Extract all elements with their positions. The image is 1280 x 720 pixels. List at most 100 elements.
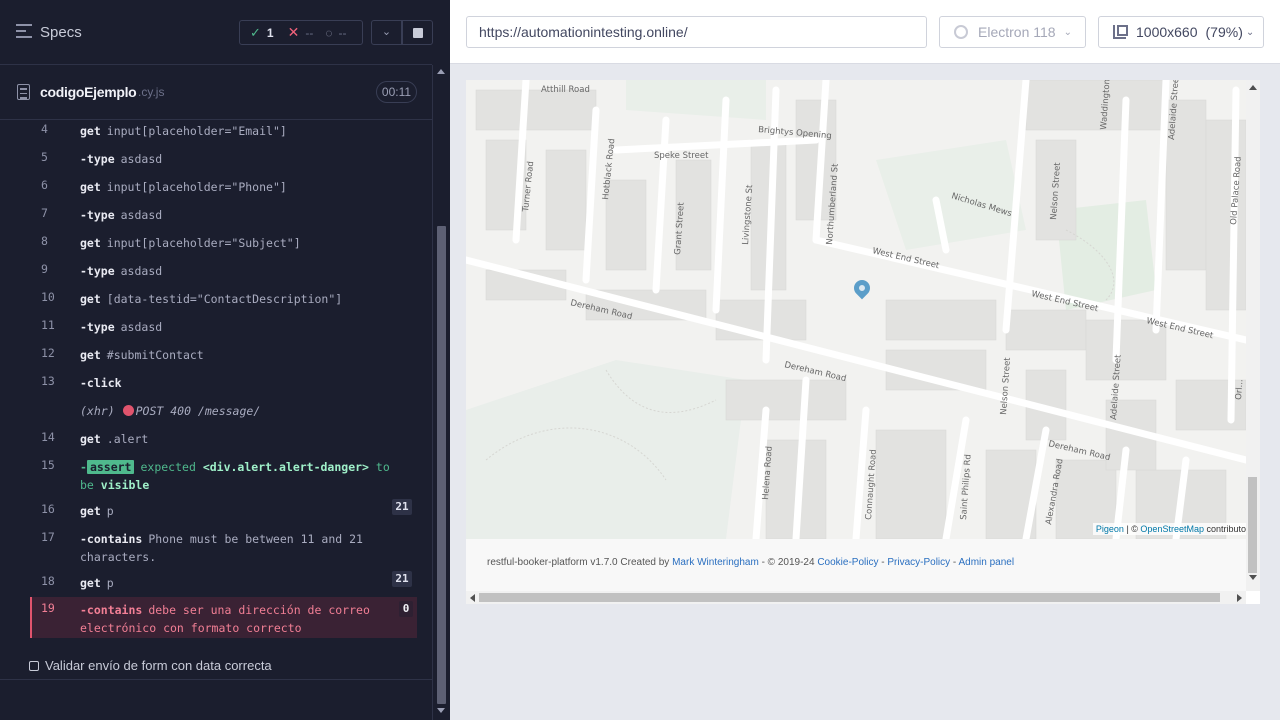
command-message: p (106, 504, 114, 518)
viewport-button[interactable]: 1000x660 (79%) ⌄ (1098, 16, 1264, 48)
command-number: 19 (41, 601, 55, 615)
command-number: 15 (41, 458, 55, 472)
command-message: asdasd (120, 320, 163, 334)
command-row[interactable]: 10 get [data-testid="ContactDescription"] (30, 290, 417, 308)
duration-badge: 00:11 (376, 81, 417, 103)
command-row[interactable]: 9 -type asdasd (30, 262, 417, 280)
command-message: asdasd (120, 208, 163, 222)
command-name: -click (80, 376, 122, 390)
svg-text:Speke Street: Speke Street (654, 151, 709, 161)
command-number: 17 (41, 530, 55, 544)
command-name: get (80, 348, 101, 362)
svg-text:Orl...: Orl... (1234, 379, 1245, 400)
command-number: 10 (41, 290, 55, 304)
command-row[interactable]: 8 get input[placeholder="Subject"] (30, 234, 417, 252)
scroll-down-arrow-icon[interactable] (1249, 575, 1257, 580)
pigeon-link[interactable]: Pigeon (1096, 524, 1124, 534)
x-icon: ✕ (287, 24, 300, 40)
command-message: p (106, 576, 114, 590)
command-name: get (80, 504, 101, 518)
command-row[interactable]: 18 get p 21 (30, 571, 417, 592)
command-number: 7 (41, 206, 48, 220)
aut-vertical-scrollbar[interactable] (1246, 80, 1260, 591)
electron-icon (954, 25, 968, 39)
admin-panel-link[interactable]: Admin panel (958, 557, 1014, 568)
scrollbar-thumb[interactable] (437, 226, 446, 704)
xhr-row[interactable]: (xhr) POST 400 /message/ (30, 402, 417, 420)
assert-row[interactable]: 15 - assert expected <div.alert.alert-dang… (30, 458, 417, 494)
xhr-message: POST 400 /message/ (135, 404, 261, 418)
command-number: 13 (41, 374, 55, 388)
chevron-down-icon[interactable]: ⌄ (371, 20, 402, 45)
command-message: .alert (106, 432, 149, 446)
viewport-zoom: (79%) (1205, 24, 1243, 40)
command-row[interactable]: 16 get p 21 (30, 499, 417, 520)
page-footer: restful-booker-platform v1.7.0 Created b… (466, 539, 1246, 591)
command-row[interactable]: 17 -contains Phone must be between 11 and… (30, 530, 417, 566)
privacy-policy-link[interactable]: Privacy-Policy (887, 557, 950, 568)
command-message: asdasd (120, 264, 163, 278)
aut-header: Electron 118 ⌄ 1000x660 (79%) ⌄ (450, 0, 1280, 64)
next-test-title: Validar envío de form con data correcta (45, 658, 272, 673)
stop-button[interactable] (402, 20, 433, 45)
spec-file-header: codigoEjemplo .cy.js 00:11 (0, 66, 432, 120)
scroll-down-arrow-icon[interactable] (437, 708, 445, 713)
test-stats: ✓ 1 ✕ -- ◌ -- (239, 20, 363, 45)
check-icon: ✓ (250, 24, 261, 40)
svg-text:Atthill Road: Atthill Road (541, 85, 590, 95)
command-row[interactable]: 4 get input[placeholder="Email"] (30, 122, 417, 140)
scrollbar-thumb[interactable] (479, 593, 1220, 602)
scrollbar-thumb[interactable] (1248, 477, 1257, 573)
request-failed-dot-icon (122, 405, 134, 416)
failed-command-row[interactable]: 19 -contains debe ser una dirección de co… (30, 597, 417, 638)
command-row[interactable]: 11 -type asdasd (30, 318, 417, 336)
footer-text: restful-booker-platform v1.7.0 Created b… (487, 557, 1015, 568)
command-row[interactable]: 13 -click (30, 374, 417, 392)
command-row[interactable]: 5 -type asdasd (30, 150, 417, 168)
command-number: 18 (41, 574, 55, 588)
chevron-down-icon: ⌄ (1063, 26, 1072, 38)
command-log: 4 get input[placeholder="Email"] 5 -type a… (0, 120, 432, 640)
command-message: input[placeholder="Subject"] (106, 236, 301, 250)
command-message: #submitContact (106, 348, 204, 362)
command-name: get (80, 236, 101, 250)
resize-icon (1113, 25, 1128, 39)
command-row[interactable]: 7 -type asdasd (30, 206, 417, 224)
command-name: get (80, 576, 101, 590)
app-under-test-panel: Electron 118 ⌄ 1000x660 (79%) ⌄ (450, 0, 1280, 720)
command-row[interactable]: 6 get input[placeholder="Phone"] (30, 178, 417, 196)
map-widget[interactable]: Atthill Road Brightys Opening Speke Stre… (466, 80, 1246, 539)
url-input[interactable] (466, 16, 927, 48)
command-number: 4 (41, 122, 48, 136)
specs-list-toggle-icon[interactable] (16, 24, 32, 42)
xhr-label: (xhr) (80, 404, 115, 418)
cookie-policy-link[interactable]: Cookie-Policy (817, 557, 878, 568)
document-icon (17, 84, 30, 100)
browser-selector-button[interactable]: Electron 118 ⌄ (939, 16, 1086, 48)
command-message: input[placeholder="Phone"] (106, 180, 287, 194)
scroll-left-arrow-icon[interactable] (470, 594, 475, 602)
scroll-up-arrow-icon[interactable] (1249, 85, 1257, 90)
command-message: [data-testid="ContactDescription"] (106, 292, 343, 306)
specs-title[interactable]: Specs (40, 24, 82, 41)
aut-horizontal-scrollbar[interactable] (466, 591, 1246, 604)
author-link[interactable]: Mark Winteringham (672, 557, 759, 568)
element-count-badge: 21 (392, 571, 412, 587)
command-name: -type (80, 320, 115, 334)
command-name: -type (80, 264, 115, 278)
map-tiles: Atthill Road Brightys Opening Speke Stre… (466, 80, 1246, 539)
next-test-row[interactable]: Validar envío de form con data correcta (0, 651, 432, 680)
map-attribution: Pigeon | © OpenStreetMap contributo (1092, 523, 1246, 535)
scroll-up-arrow-icon[interactable] (437, 69, 445, 74)
failed-count: -- (305, 25, 314, 40)
spec-file-ext: .cy.js (138, 85, 165, 99)
command-row[interactable]: 12 get #submitContact (30, 346, 417, 364)
scroll-right-arrow-icon[interactable] (1237, 594, 1242, 602)
viewport-size: 1000x660 (1136, 24, 1198, 40)
openstreetmap-link[interactable]: OpenStreetMap (1140, 524, 1204, 534)
element-count-badge: 0 (399, 601, 413, 617)
pending-icon: ◌ (325, 25, 333, 40)
spec-file-name[interactable]: codigoEjemplo (40, 84, 137, 100)
command-name: get (80, 292, 101, 306)
command-row[interactable]: 14 get .alert (30, 430, 417, 448)
